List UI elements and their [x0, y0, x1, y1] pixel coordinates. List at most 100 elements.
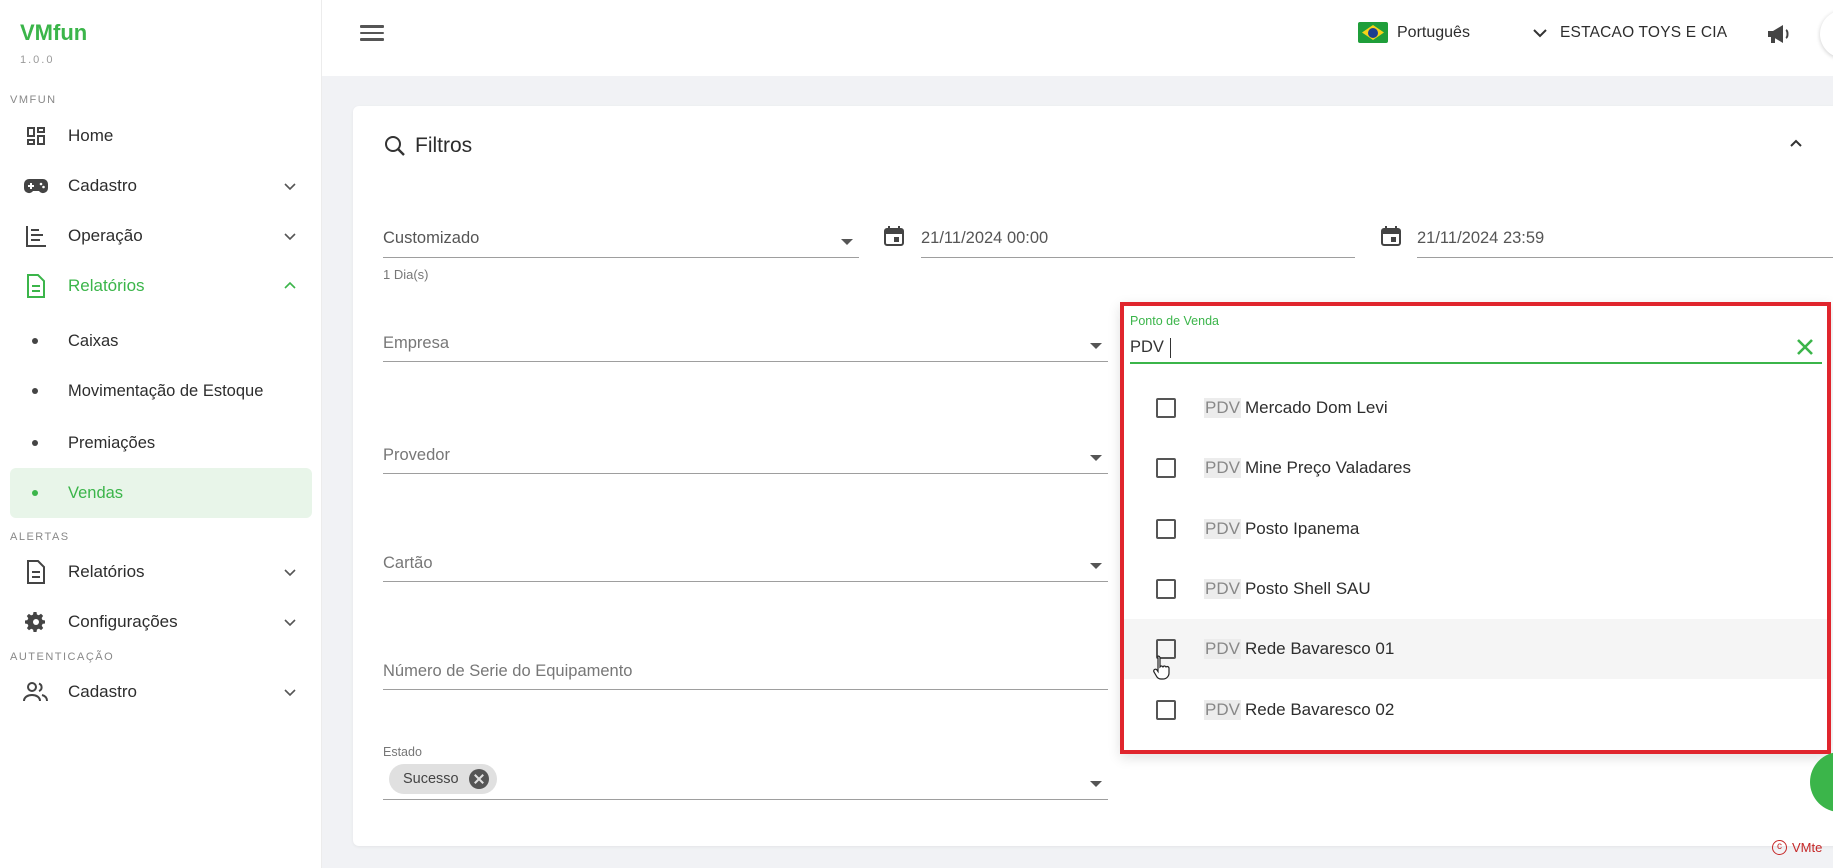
search-icon [385, 136, 405, 156]
pdv-dropdown-panel: Ponto de Venda PDV PDV Mercado Dom Levi … [1120, 302, 1831, 754]
gear-icon [22, 608, 50, 636]
report-icon [22, 272, 50, 300]
period-select[interactable]: Customizado [383, 226, 859, 258]
copyright-icon: c [1772, 840, 1787, 855]
chip-label: Sucesso [403, 771, 459, 787]
pdv-search-input[interactable]: PDV [1130, 334, 1822, 364]
pdv-option[interactable]: PDV Rede Bavaresco 01 [1124, 619, 1827, 679]
sidebar-item-label: Relatórios [68, 276, 145, 295]
sidebar-item-alertas-relatorios[interactable]: Relatórios [10, 548, 312, 596]
option-label: Rede Bavaresco 02 [1244, 700, 1395, 719]
app-version: 1.0.0 [20, 54, 55, 66]
company-selector[interactable]: ESTACAO TOYS E CIA [1532, 24, 1727, 42]
empresa-select[interactable]: Empresa [383, 330, 1108, 362]
sidebar-item-auth-cadastro[interactable]: Cadastro [10, 668, 312, 716]
bullet [32, 388, 38, 394]
footer-brand: VMte [1792, 840, 1823, 855]
sidebar-item-operacao[interactable]: Operação [10, 212, 312, 260]
bullet [32, 440, 38, 446]
sidebar-item-configuracoes[interactable]: Configurações [10, 598, 312, 646]
empresa-placeholder: Empresa [383, 334, 450, 352]
pdv-option[interactable]: PDV Mercado Dom Levi [1124, 378, 1827, 438]
remove-chip-icon[interactable] [468, 769, 489, 789]
cartao-placeholder: Cartão [383, 554, 433, 572]
filters-title: Filtros [415, 134, 473, 157]
provedor-select[interactable]: Provedor [383, 442, 1108, 474]
option-prefix: PDV [1204, 700, 1241, 720]
sidebar-subitem-vendas[interactable]: Vendas [10, 468, 312, 518]
sidebar-item-label: Premiações [68, 433, 156, 452]
sidebar-subitem-caixas[interactable]: Caixas [10, 316, 312, 366]
dropdown-arrow-icon [1090, 781, 1102, 787]
checkbox[interactable] [1156, 579, 1176, 599]
sidebar-item-relatorios[interactable]: Relatórios [10, 262, 312, 310]
pdv-option[interactable]: PDV Posto Ipanema [1124, 499, 1827, 559]
chevron-down-icon [284, 689, 296, 697]
status-chip: Sucesso [389, 764, 497, 794]
sidebar-item-label: Home [68, 126, 114, 145]
brazil-flag-icon [1358, 22, 1388, 43]
menu-icon[interactable] [360, 22, 384, 44]
start-date-value: 21/11/2024 00:00 [921, 229, 1049, 247]
sidebar-subitem-premiacoes[interactable]: Premiações [10, 418, 312, 468]
user-avatar[interactable] [1820, 10, 1833, 58]
close-icon[interactable] [1794, 336, 1816, 358]
section-alertas: ALERTAS [10, 531, 70, 543]
calendar-icon[interactable] [1379, 224, 1403, 248]
language-label: Português [1397, 23, 1470, 41]
text-caret [1170, 338, 1171, 358]
megaphone-icon[interactable] [1766, 22, 1792, 46]
sidebar-item-label: Relatórios [68, 562, 145, 581]
checkbox[interactable] [1156, 519, 1176, 539]
bullet [32, 338, 38, 344]
bullet [32, 490, 38, 496]
chevron-down-icon [284, 183, 296, 191]
serial-number-input[interactable]: Número de Serie do Equipamento [383, 658, 1108, 690]
report-icon [22, 558, 50, 586]
cartao-select[interactable]: Cartão [383, 550, 1108, 582]
checkbox[interactable] [1156, 458, 1176, 478]
option-prefix: PDV [1204, 639, 1241, 659]
checkbox[interactable] [1156, 398, 1176, 418]
pdv-query: PDV [1130, 338, 1164, 356]
sidebar-item-cadastro[interactable]: Cadastro [10, 162, 312, 210]
option-label: Mine Preço Valadares [1244, 458, 1411, 477]
option-prefix: PDV [1204, 458, 1241, 478]
sidebar-subitem-movimentacao-estoque[interactable]: Movimentação de Estoque [10, 366, 312, 416]
end-date-field[interactable]: 21/11/2024 23:59 [1417, 226, 1833, 258]
option-label: Posto Ipanema [1244, 519, 1360, 538]
pdv-option[interactable]: PDV Mine Preço Valadares [1124, 438, 1827, 498]
chevron-down-icon [284, 569, 296, 577]
serial-placeholder: Número de Serie do Equipamento [383, 662, 633, 680]
pdv-option[interactable]: PDV Posto Shell SAU [1124, 559, 1827, 619]
dashboard-icon [22, 122, 50, 150]
sidebar-item-label: Cadastro [68, 176, 137, 195]
option-label: Posto Shell SAU [1244, 579, 1371, 598]
end-date-value: 21/11/2024 23:59 [1417, 229, 1545, 247]
option-prefix: PDV [1204, 398, 1241, 418]
section-vmfun: VMFUN [10, 94, 57, 106]
dropdown-arrow-icon [1090, 455, 1102, 461]
dropdown-arrow-icon [841, 239, 853, 245]
pdv-label: Ponto de Venda [1130, 314, 1219, 328]
chevron-up-icon[interactable] [1789, 136, 1803, 150]
estado-label: Estado [383, 745, 422, 759]
dropdown-arrow-icon [1090, 343, 1102, 349]
pdv-option[interactable]: PDV Rede Bavaresco 02 [1124, 680, 1827, 740]
option-prefix: PDV [1204, 519, 1241, 539]
provedor-placeholder: Provedor [383, 446, 450, 464]
start-date-field[interactable]: 21/11/2024 00:00 [921, 226, 1355, 258]
sidebar-item-label: Caixas [68, 331, 119, 350]
language-selector[interactable]: Português [1358, 22, 1470, 43]
calendar-icon[interactable] [882, 224, 906, 248]
users-icon [22, 678, 50, 706]
estado-select[interactable]: Estado Sucesso [383, 745, 1108, 800]
footer-copyright: c VMte [1772, 840, 1822, 855]
app-name: VMfun [20, 20, 88, 45]
checkbox[interactable] [1156, 700, 1176, 720]
sidebar-item-home[interactable]: Home [10, 112, 312, 160]
sidebar-item-label: Movimentação de Estoque [68, 381, 264, 400]
period-hint: 1 Dia(s) [383, 267, 429, 282]
operations-icon [22, 222, 50, 250]
dropdown-arrow-icon [1090, 563, 1102, 569]
